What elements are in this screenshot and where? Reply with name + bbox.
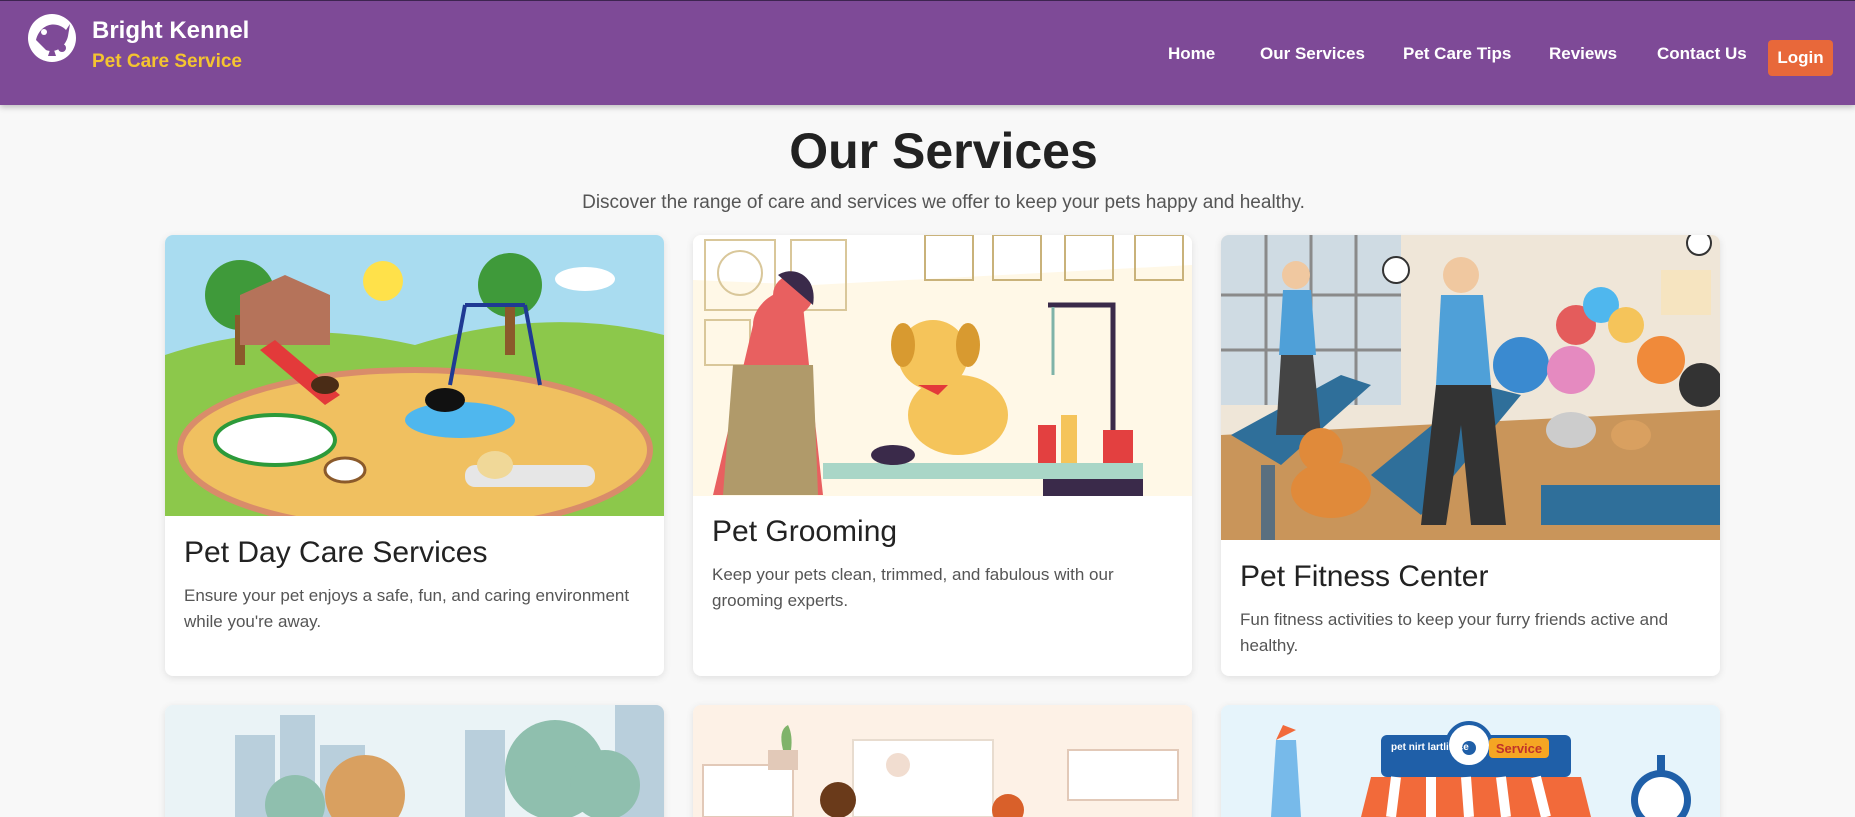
card-description: Ensure your pet enjoys a safe, fun, and … — [184, 586, 630, 631]
page-subtitle: Discover the range of care and services … — [582, 192, 1305, 213]
fitness-illustration — [1221, 235, 1720, 540]
site-header: Bright Kennel Pet Care Service Home Our … — [0, 0, 1855, 105]
grooming-illustration — [693, 235, 1192, 496]
card-title: Pet Fitness Center — [1240, 560, 1489, 593]
nav-contact-us[interactable]: Contact Us — [1657, 44, 1747, 64]
park-illustration — [165, 705, 664, 817]
service-card-fitness[interactable]: Pet Fitness Center Fun fitness activitie… — [1221, 235, 1720, 676]
service-card-pet-shop[interactable]: Service pet nirt lartlinice — [1221, 705, 1720, 817]
card-description: Fun fitness activities to keep your furr… — [1240, 610, 1669, 655]
page-title: Our Services — [789, 123, 1098, 179]
nav-our-services[interactable]: Our Services — [1260, 44, 1365, 64]
login-button[interactable]: Login — [1768, 40, 1833, 76]
service-card-clinic[interactable] — [693, 705, 1192, 817]
shop-sign-text: pet nirt lartlinice — [1391, 742, 1469, 753]
pet-shop-illustration: Service pet nirt lartlinice — [1221, 705, 1720, 817]
service-card-park[interactable] — [165, 705, 664, 817]
nav-reviews[interactable]: Reviews — [1549, 44, 1617, 64]
nav-home[interactable]: Home — [1168, 44, 1215, 64]
nav-pet-care-tips[interactable]: Pet Care Tips — [1403, 44, 1511, 64]
card-title: Pet Day Care Services — [184, 536, 488, 569]
shop-badge-text: Service — [1496, 741, 1542, 756]
service-card-grooming[interactable]: Pet Grooming Keep your pets clean, trimm… — [693, 235, 1192, 676]
brand-name[interactable]: Bright Kennel — [92, 17, 249, 45]
playground-illustration — [165, 235, 664, 516]
clinic-illustration — [693, 705, 1192, 817]
brand-tagline: Pet Care Service — [92, 51, 242, 72]
card-title: Pet Grooming — [712, 515, 898, 548]
card-description: Keep your pets clean, trimmed, and fabul… — [712, 565, 1114, 610]
service-card-day-care[interactable]: Pet Day Care Services Ensure your pet en… — [165, 235, 664, 676]
paw-dog-logo-icon[interactable] — [26, 10, 78, 64]
